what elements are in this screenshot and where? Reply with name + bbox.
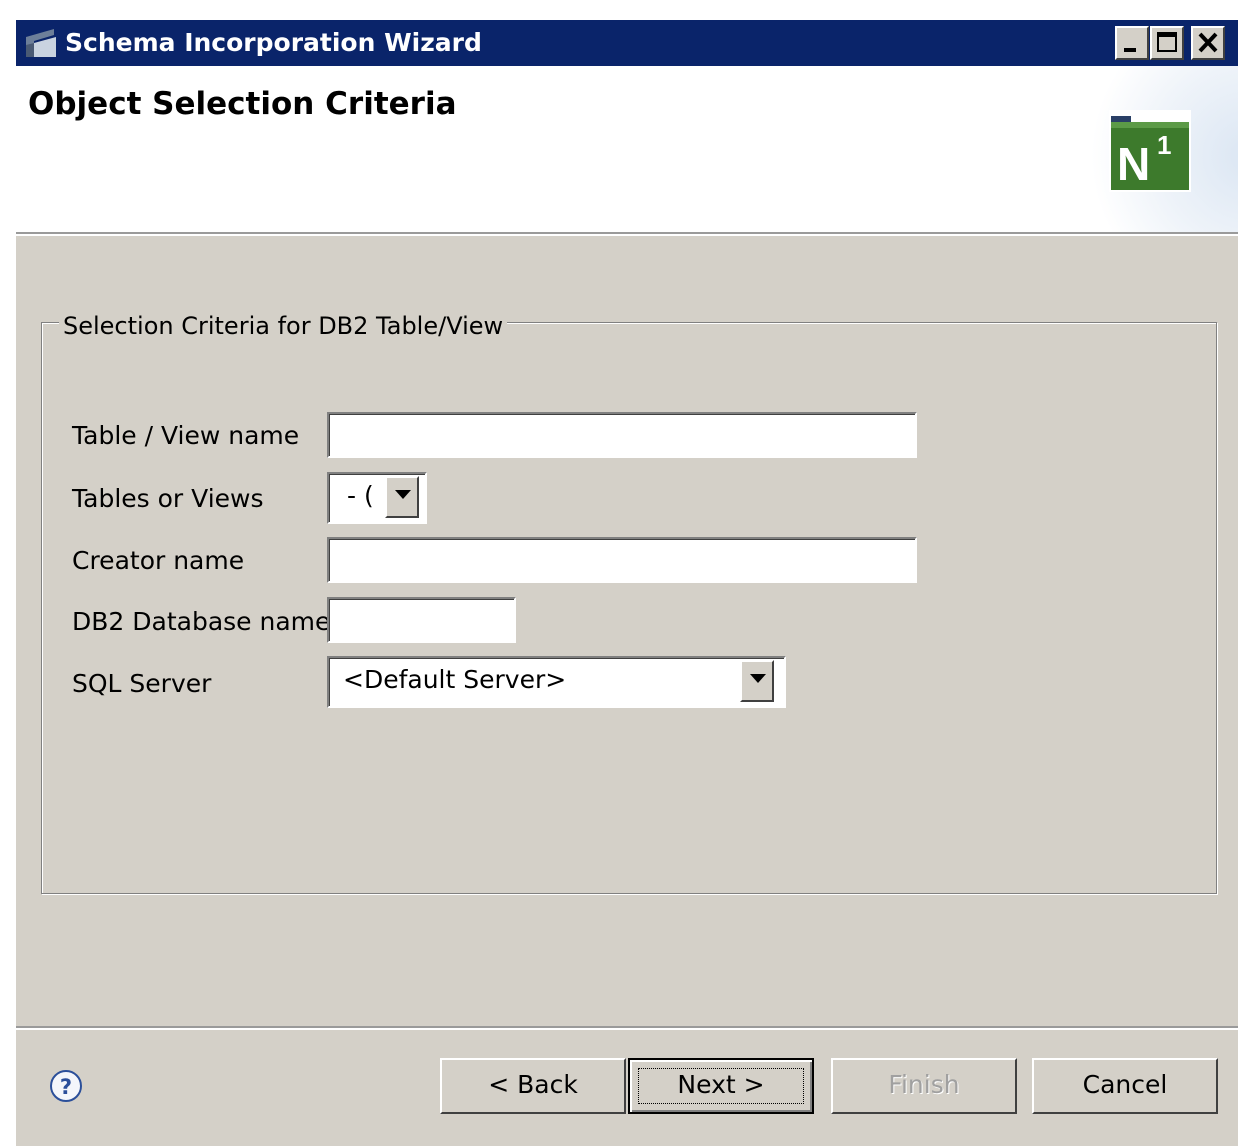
logo-letter: N (1117, 138, 1150, 190)
window-title: Schema Incorporation Wizard (65, 28, 482, 57)
sql-server-dropdown-button[interactable] (740, 660, 774, 702)
cancel-button-label: Cancel (1082, 1070, 1168, 1099)
wizard-icon (26, 29, 56, 57)
svg-text:?: ? (60, 1075, 72, 1099)
sql-server-value: <Default Server> (343, 665, 567, 694)
tables-or-views-label: Tables or Views (72, 484, 264, 513)
tables-or-views-dropdown-button[interactable] (385, 476, 419, 518)
sql-server-dropdown[interactable]: <Default Server> (327, 656, 786, 708)
minimize-button[interactable] (1115, 26, 1149, 60)
close-icon (1198, 32, 1218, 53)
wizard-window: Schema Incorporation Wizard Object Selec… (15, 20, 1238, 1146)
maximize-icon (1157, 32, 1177, 52)
sql-server-label: SQL Server (72, 669, 212, 698)
finish-button-label: Finish (888, 1070, 960, 1099)
header-separator (16, 232, 1238, 236)
finish-button[interactable]: Finish (831, 1058, 1017, 1114)
n1-logo-icon: N 1 (1109, 110, 1191, 192)
group-legend: Selection Criteria for DB2 Table/View (59, 312, 508, 340)
tables-or-views-value: - ( (347, 481, 374, 510)
back-button[interactable]: < Back (440, 1058, 626, 1114)
cancel-button[interactable]: Cancel (1032, 1058, 1218, 1114)
minimize-icon (1124, 48, 1136, 52)
wizard-banner: Object Selection Criteria N 1 (16, 66, 1238, 232)
title-bar[interactable]: Schema Incorporation Wizard (16, 20, 1238, 66)
footer-separator (16, 1026, 1238, 1030)
logo-superscript: 1 (1157, 130, 1171, 160)
db2-database-name-label: DB2 Database name (72, 607, 331, 636)
chevron-down-icon (395, 490, 411, 499)
creator-name-input[interactable] (327, 537, 917, 583)
table-view-name-label: Table / View name (72, 421, 300, 450)
next-button-label: Next > (677, 1070, 765, 1099)
creator-name-label: Creator name (72, 546, 245, 575)
tables-or-views-dropdown[interactable]: - ( (327, 472, 427, 524)
db2-database-name-input[interactable] (327, 597, 516, 643)
table-view-name-input[interactable] (327, 412, 917, 458)
page-title: Object Selection Criteria (28, 86, 457, 122)
next-button[interactable]: Next > (628, 1058, 814, 1114)
back-button-label: < Back (488, 1070, 578, 1099)
chevron-down-icon (750, 674, 766, 683)
maximize-button[interactable] (1150, 26, 1184, 60)
close-button[interactable] (1191, 26, 1225, 60)
help-icon[interactable]: ? (48, 1068, 84, 1104)
